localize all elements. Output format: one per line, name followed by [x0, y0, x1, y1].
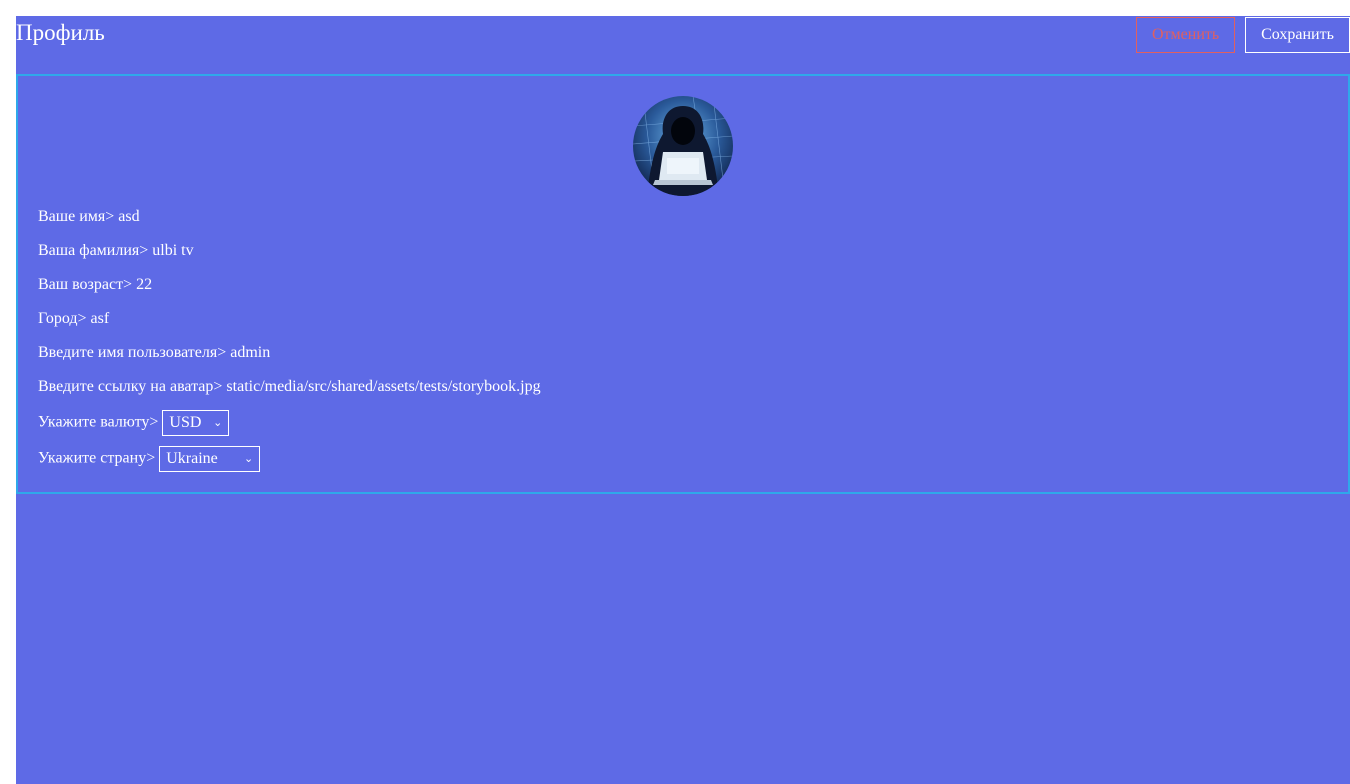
country-selected-value: Ukraine — [166, 450, 218, 467]
username-value[interactable]: admin — [230, 344, 270, 361]
hooded-hacker-avatar-icon — [633, 96, 733, 196]
username-label: Введите имя пользователя> — [38, 344, 227, 361]
currency-selected-value: USD — [169, 414, 202, 431]
chevron-down-icon: ⌄ — [213, 417, 223, 429]
currency-select[interactable]: USD ⌄ — [162, 410, 230, 436]
country-label: Укажите страну> — [38, 449, 156, 467]
city-label: Город> — [38, 310, 87, 327]
avatar-link-label: Введите ссылку на аватар> — [38, 378, 223, 395]
country-row: Укажите страну> Ukraine ⌄ — [38, 446, 261, 472]
city-row: Город> asf — [38, 310, 109, 328]
page-title: Профиль — [16, 20, 105, 45]
first-name-value[interactable]: asd — [118, 208, 139, 225]
save-button[interactable]: Сохранить — [1245, 17, 1350, 53]
last-name-value[interactable]: ulbi tv — [152, 242, 193, 259]
avatar-link-value[interactable]: static/media/src/shared/assets/tests/sto… — [226, 378, 540, 395]
currency-label: Укажите валюту> — [38, 413, 159, 431]
city-value[interactable]: asf — [91, 310, 110, 327]
first-name-row: Ваше имя> asd — [38, 208, 140, 226]
profile-page: Профиль Отменить Сохранить Ваше имя> asd… — [16, 16, 1350, 784]
username-row: Введите имя пользователя> admin — [38, 344, 270, 362]
chevron-down-icon: ⌄ — [244, 453, 254, 465]
age-row: Ваш возраст> 22 — [38, 276, 152, 294]
page-header: Профиль Отменить Сохранить — [16, 16, 1350, 72]
last-name-row: Ваша фамилия> ulbi tv — [38, 242, 194, 260]
country-select[interactable]: Ukraine ⌄ — [159, 446, 261, 472]
currency-row: Укажите валюту> USD ⌄ — [38, 410, 230, 436]
cancel-button[interactable]: Отменить — [1136, 17, 1235, 53]
avatar — [633, 96, 733, 196]
profile-card: Ваше имя> asd Ваша фамилия> ulbi tv Ваш … — [16, 74, 1350, 494]
avatar-link-row: Введите ссылку на аватар> static/media/s… — [38, 378, 541, 396]
last-name-label: Ваша фамилия> — [38, 242, 149, 259]
age-value[interactable]: 22 — [136, 276, 152, 293]
first-name-label: Ваше имя> — [38, 208, 115, 225]
age-label: Ваш возраст> — [38, 276, 133, 293]
